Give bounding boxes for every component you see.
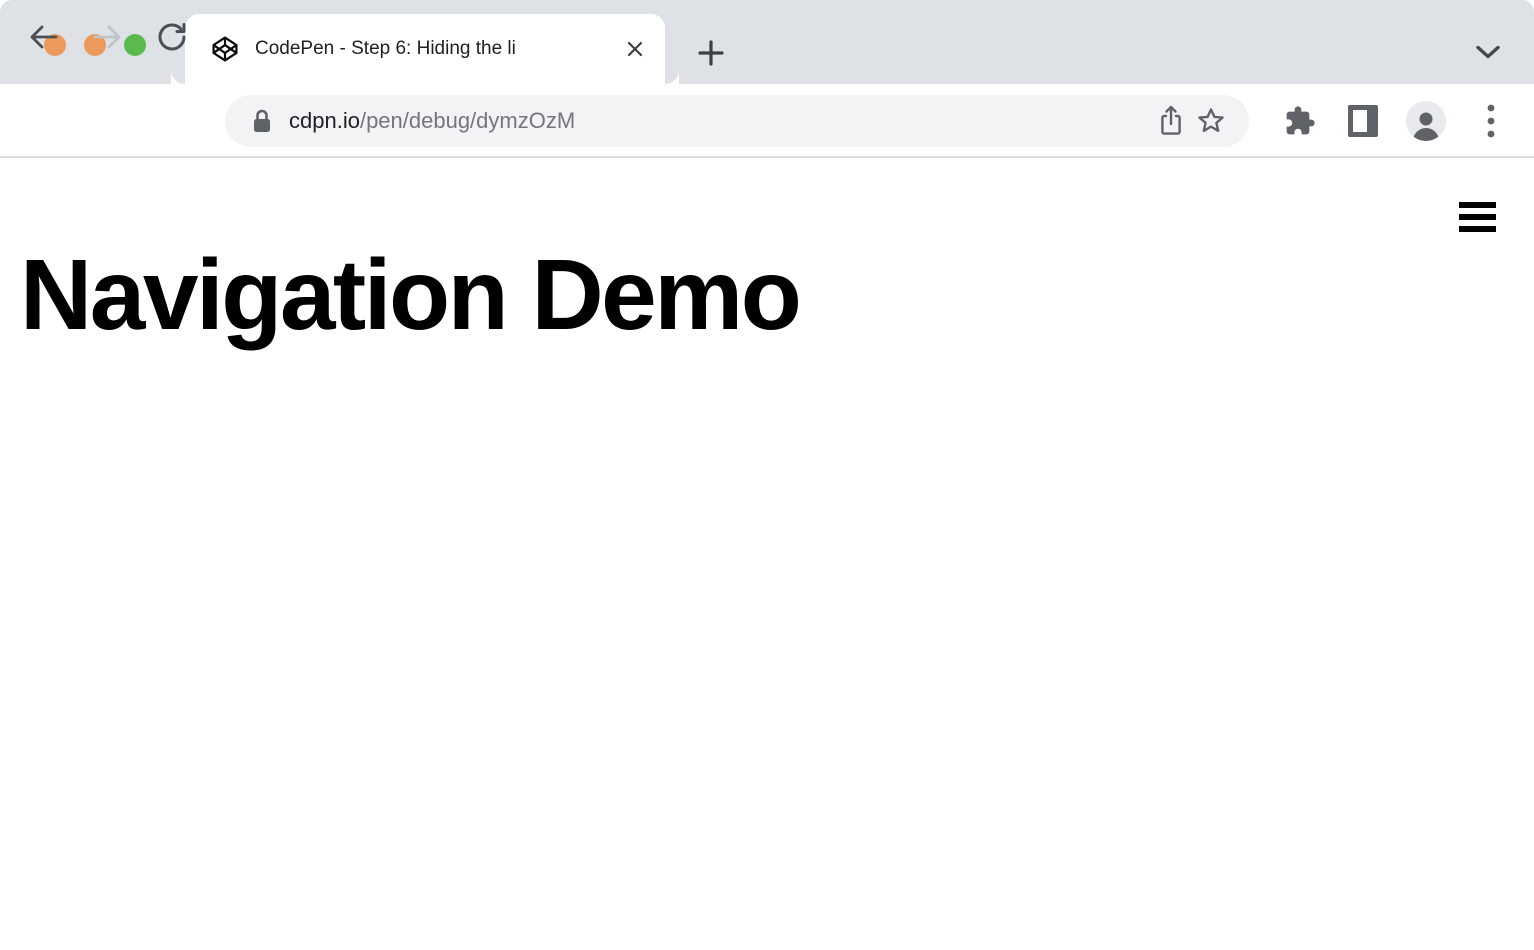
url-text[interactable]: cdpn.io/pen/debug/dymzOzM: [289, 108, 1151, 134]
plus-icon[interactable]: [694, 36, 728, 70]
browser-tab-active[interactable]: CodePen - Step 6: Hiding the li: [185, 14, 679, 84]
arrow-right-icon[interactable]: [85, 15, 129, 59]
avatar: [1406, 101, 1446, 141]
share-icon[interactable]: [1151, 101, 1191, 141]
side-panel-icon[interactable]: [1341, 99, 1385, 143]
url-path: /pen/debug/dymzOzM: [359, 108, 576, 133]
reload-icon[interactable]: [150, 15, 194, 59]
chevron-down-icon[interactable]: [1470, 38, 1506, 66]
hamburger-icon[interactable]: [1459, 202, 1496, 232]
tab-title: CodePen - Step 6: Hiding the li: [255, 38, 516, 59]
close-icon[interactable]: [623, 37, 647, 61]
address-bar[interactable]: cdpn.io/pen/debug/dymzOzM: [225, 95, 1249, 147]
star-icon[interactable]: [1191, 101, 1231, 141]
lock-icon: [254, 109, 270, 132]
kebab-menu-icon[interactable]: [1469, 99, 1513, 143]
person-icon[interactable]: [1404, 99, 1448, 143]
browser-toolbar: cdpn.io/pen/debug/dymzOzM: [0, 23, 1534, 158]
tab-strip: CodePen - Step 6: Hiding the li: [0, 0, 1534, 84]
codepen-icon: [212, 36, 238, 62]
page-title: Navigation Demo: [20, 239, 802, 351]
arrow-left-icon[interactable]: [22, 15, 66, 59]
page-content: Navigation Demo: [0, 160, 1534, 950]
browser-window: CodePen - Step 6: Hiding the li cdpn.io/…: [0, 0, 1534, 950]
puzzle-icon[interactable]: [1278, 99, 1322, 143]
url-host: cdpn.io: [289, 108, 360, 133]
